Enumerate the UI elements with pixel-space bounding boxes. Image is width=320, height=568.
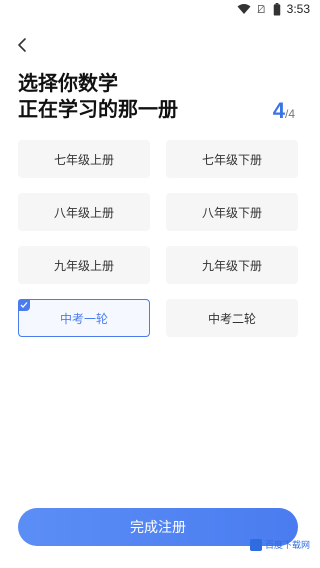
- step-indicator: 4/4: [273, 98, 295, 124]
- battery-icon: [273, 2, 280, 16]
- grade-option-label: 七年级下册: [201, 152, 262, 167]
- back-chevron-icon: [18, 38, 26, 52]
- grade-option-label: 七年级上册: [53, 152, 114, 167]
- grade-option-exam-round-1[interactable]: 中考一轮: [18, 299, 150, 337]
- grade-option-label: 八年级上册: [53, 205, 114, 220]
- grade-option-label: 中考二轮: [207, 311, 256, 326]
- grade-option-label: 中考一轮: [59, 311, 108, 326]
- step-current: 4: [272, 98, 285, 123]
- grade-option-label: 九年级上册: [53, 258, 114, 273]
- watermark-text: 百度下载网: [264, 541, 310, 551]
- title-line-1: 选择你数学: [18, 71, 118, 95]
- grade-option-label: 八年级下册: [201, 205, 262, 220]
- complete-button-label: 完成注册: [130, 520, 186, 536]
- watermark-logo-icon: [249, 538, 262, 551]
- status-time: 3:53: [286, 2, 310, 16]
- page-title: 选择你数学 正在学习的那一册: [18, 70, 258, 122]
- wifi-icon: [237, 4, 251, 14]
- check-icon: [20, 302, 28, 308]
- back-button[interactable]: [12, 34, 32, 56]
- selected-check-badge: [18, 299, 30, 311]
- grade-option-exam-round-2[interactable]: 中考二轮: [166, 299, 298, 337]
- grade-option-label: 九年级下册: [201, 258, 262, 273]
- sim-icon: [257, 5, 265, 13]
- watermark: 百度下载网: [249, 538, 310, 551]
- grade-option-9-lower[interactable]: 九年级下册: [166, 246, 298, 284]
- status-icons: 3:53: [237, 2, 310, 16]
- grade-option-9-upper[interactable]: 九年级上册: [18, 246, 150, 284]
- grade-option-7-lower[interactable]: 七年级下册: [166, 140, 298, 178]
- grade-option-7-upper[interactable]: 七年级上册: [18, 140, 150, 178]
- step-total: /4: [284, 107, 295, 121]
- title-line-2: 正在学习的那一册: [18, 97, 178, 121]
- status-bar: 3:53: [0, 0, 316, 18]
- grade-option-8-lower[interactable]: 八年级下册: [166, 193, 298, 231]
- grade-option-8-upper[interactable]: 八年级上册: [18, 193, 150, 231]
